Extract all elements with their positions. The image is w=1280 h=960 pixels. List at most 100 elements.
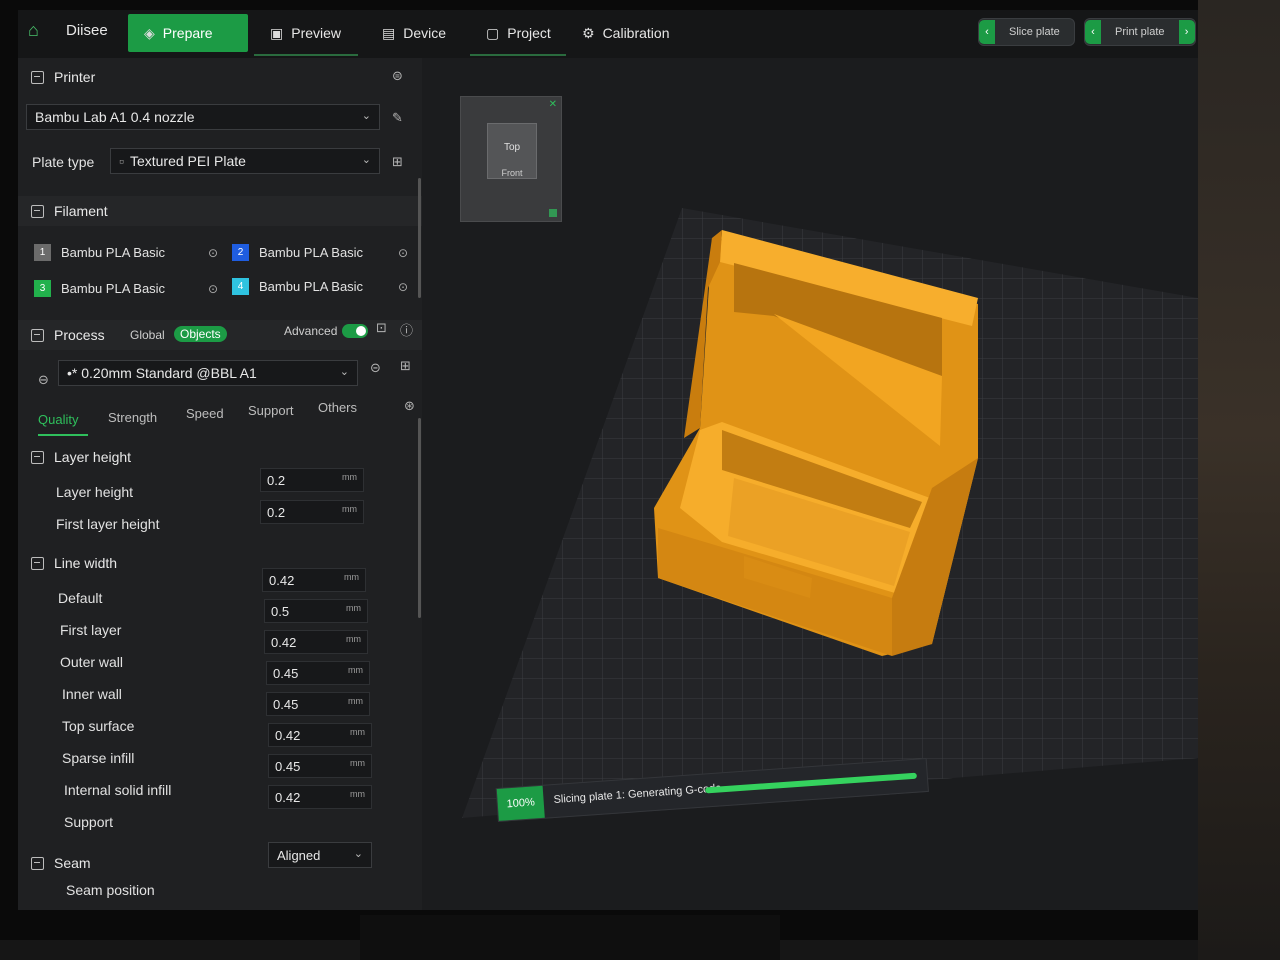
chevron-down-icon: ⌄	[361, 110, 371, 122]
printer-section-header[interactable]: Printer	[18, 62, 422, 92]
filament-edit-icon[interactable]: ⊙	[398, 280, 408, 294]
process-objects-toggle[interactable]: Objects	[174, 326, 227, 342]
chevron-left-icon: ‹	[979, 20, 995, 44]
chevron-right-icon: ›	[1178, 20, 1195, 44]
tab-underline	[254, 54, 358, 56]
tab-others[interactable]: Others	[318, 400, 357, 415]
process-icon	[31, 328, 44, 342]
line-width-support-input[interactable]: 0.42 mm	[268, 785, 372, 809]
line-width-support-label: Support	[64, 814, 114, 830]
plate-type-label: Plate type	[32, 154, 95, 170]
line-width-default-label: Default	[58, 590, 103, 606]
line-width-outer-wall-input[interactable]: 0.42 mm	[264, 630, 368, 654]
line-width-internal-solid-infill-label: Internal solid infill	[64, 782, 172, 798]
slice-plate-button[interactable]: ‹ Slice plate	[978, 18, 1075, 46]
tab-preview[interactable]: ▣ Preview	[254, 14, 357, 52]
chevron-down-icon: ⌄	[339, 366, 349, 378]
chevron-down-icon: ⌄	[361, 154, 371, 166]
slicing-progress-fill	[705, 772, 917, 794]
print-plate-button[interactable]: ‹ Print plate ›	[1084, 18, 1196, 46]
filament-edit-icon[interactable]: ⊙	[208, 246, 218, 260]
filament-edit-icon[interactable]: ⊙	[398, 246, 408, 260]
3d-viewport[interactable]: Top Front ✕ 100% Slicing plate 1: Genera…	[422, 58, 1198, 910]
panel-scrollbar[interactable]	[418, 178, 421, 298]
line-width-internal-solid-infill-input[interactable]: 0.45 mm	[268, 754, 372, 778]
info-icon[interactable]: ⓘ	[400, 320, 413, 339]
advanced-label: Advanced	[284, 324, 338, 338]
line-width-first-layer-label: First layer	[60, 622, 122, 638]
close-icon[interactable]: ✕	[549, 99, 557, 110]
tab-support[interactable]: Support	[248, 403, 294, 418]
collapse-icon[interactable]: ⊖	[38, 372, 49, 388]
slicing-message: Slicing plate 1: Generating G-code	[553, 782, 722, 807]
tab-device[interactable]: ▤ Device	[366, 14, 462, 52]
plate-settings-icon[interactable]: ⊞	[392, 154, 403, 170]
filament-item-3[interactable]: 3 Bambu PLA Basic	[34, 280, 165, 297]
plate-type-select[interactable]: ▫ Textured PEI Plate ⌄	[110, 148, 380, 174]
calibration-icon: ⚙	[582, 24, 595, 41]
top-bar: ⌂ Diisee ◈ Prepare ▣ Preview ▤ Device ▢ …	[18, 10, 1198, 59]
monitor-stand	[360, 915, 780, 960]
grid-icon[interactable]	[549, 209, 557, 217]
first-layer-height-input[interactable]: 0.2 mm	[260, 500, 364, 524]
chevron-left-icon: ‹	[1085, 20, 1101, 44]
layer-height-label: Layer height	[56, 484, 134, 500]
line-width-default-input[interactable]: 0.42 mm	[262, 568, 366, 592]
home-icon[interactable]: ⌂	[28, 20, 50, 42]
settings-panel: Printer ⊜ Bambu Lab A1 0.4 nozzle ⌄ ✎ Pl…	[18, 58, 423, 910]
line-width-inner-wall-input[interactable]: 0.45 mm	[266, 661, 370, 685]
tab-underline	[470, 54, 566, 56]
filament-item-1[interactable]: 1 Bambu PLA Basic	[34, 244, 165, 261]
settings-scrollbar[interactable]	[418, 418, 421, 618]
filament-edit-icon[interactable]: ⊙	[208, 282, 218, 296]
line-width-inner-wall-label: Inner wall	[62, 686, 122, 702]
tab-speed[interactable]: Speed	[186, 406, 224, 421]
filament-item-4[interactable]: 4 Bambu PLA Basic	[232, 278, 363, 295]
save-preset-icon[interactable]: ⊝	[370, 360, 381, 376]
slicing-progress-bar	[705, 772, 917, 794]
line-width-top-surface-input[interactable]: 0.45 mm	[266, 692, 370, 716]
background-desk	[1198, 0, 1280, 960]
line-width-sparse-infill-input[interactable]: 0.42 mm	[268, 723, 372, 747]
line-width-top-surface-label: Top surface	[62, 718, 135, 734]
tab-quality[interactable]: Quality	[38, 412, 78, 427]
expand-icon	[31, 856, 44, 870]
tab-strength[interactable]: Strength	[108, 410, 157, 425]
device-icon: ▤	[382, 24, 396, 41]
process-global-toggle[interactable]: Global	[130, 328, 165, 342]
advanced-toggle[interactable]	[342, 324, 368, 338]
plate-icon: ▫	[119, 153, 124, 169]
first-layer-height-label: First layer height	[56, 516, 160, 532]
filament-item-2[interactable]: 2 Bambu PLA Basic	[232, 244, 363, 261]
prepare-icon: ◈	[144, 24, 155, 41]
printer-select[interactable]: Bambu Lab A1 0.4 nozzle ⌄	[26, 104, 380, 130]
chevron-down-icon: ⌄	[353, 848, 363, 860]
tab-project[interactable]: ▢ Project	[470, 14, 567, 52]
project-icon: ▢	[486, 24, 500, 41]
printer-icon	[31, 70, 44, 84]
slicing-percent: 100%	[496, 785, 545, 821]
tab-prepare[interactable]: ◈ Prepare	[128, 14, 248, 52]
process-preset-select[interactable]: •* 0.20mm Standard @BBL A1 ⌄	[58, 360, 358, 386]
filament-section-header[interactable]: Filament	[18, 196, 422, 226]
navcube-face[interactable]: Top Front	[487, 123, 537, 179]
printer-edit-icon[interactable]: ✎	[392, 110, 403, 126]
app-window: ⌂ Diisee ◈ Prepare ▣ Preview ▤ Device ▢ …	[18, 10, 1198, 910]
app-name: Diisee	[66, 22, 108, 39]
expand-icon	[31, 450, 44, 464]
printer-settings-icon[interactable]: ⊜	[392, 68, 403, 84]
line-width-outer-wall-label: Outer wall	[60, 654, 124, 670]
compare-icon[interactable]: ⊡	[376, 320, 387, 336]
seam-position-select[interactable]: Aligned ⌄	[268, 842, 372, 868]
search-icon[interactable]: ⊛	[404, 398, 415, 414]
line-width-first-layer-input[interactable]: 0.5 mm	[264, 599, 368, 623]
seam-position-label: Seam position	[66, 882, 155, 898]
view-navigation-cube[interactable]: Top Front ✕	[460, 96, 562, 222]
edit-preset-icon[interactable]: ⊞	[400, 358, 411, 374]
filament-icon	[31, 204, 44, 218]
line-width-sparse-infill-label: Sparse infill	[62, 750, 135, 766]
preview-icon: ▣	[270, 24, 284, 41]
layer-height-input[interactable]: 0.2 mm	[260, 468, 364, 492]
tab-calibration[interactable]: ⚙ Calibration	[566, 14, 686, 52]
expand-icon	[31, 556, 44, 570]
